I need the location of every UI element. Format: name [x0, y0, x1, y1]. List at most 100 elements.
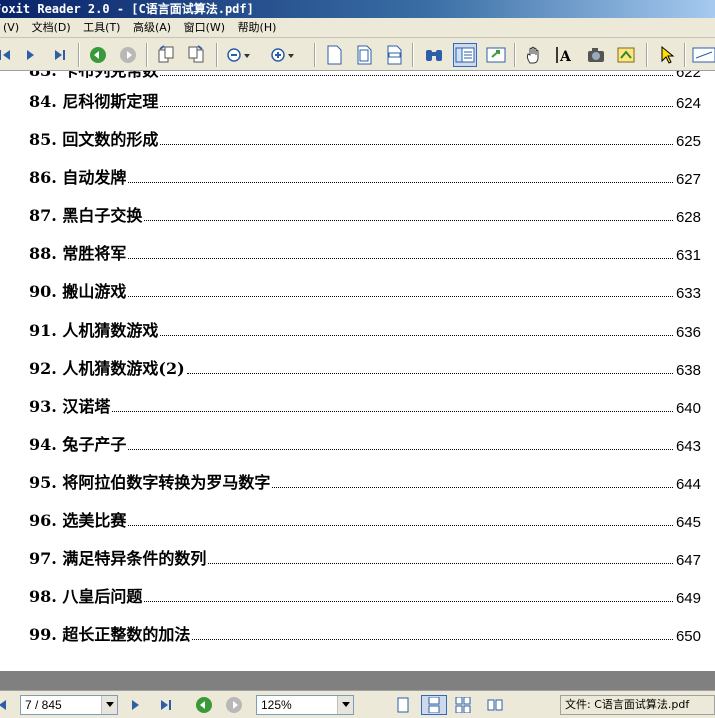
toc-leader	[112, 411, 673, 412]
menu-tools[interactable]: 工具(T)	[80, 18, 126, 37]
first-page-icon[interactable]	[0, 43, 16, 67]
annotation-icon[interactable]	[692, 43, 715, 67]
file-name-label: 文件: C语言面试算法.pdf	[560, 695, 715, 715]
toc-leader	[128, 525, 673, 526]
last-page-icon[interactable]	[155, 695, 177, 715]
toc-leader	[144, 220, 673, 221]
toolbar: A	[0, 38, 715, 71]
page-number-value: 7 / 845	[25, 698, 62, 712]
rotate-right-icon[interactable]	[184, 43, 208, 67]
toc-entry[interactable]: 96. 选美比赛 645	[29, 509, 701, 531]
title-bar: Foxit Reader 2.0 - [C语言面试算法.pdf]	[0, 0, 715, 18]
toc-title: 91. 人机猜数游戏	[29, 321, 159, 340]
toc-title: 85. 回文数的形成	[29, 130, 159, 149]
file-name-text: 文件: C语言面试算法.pdf	[565, 698, 690, 711]
toc-entry[interactable]: 91. 人机猜数游戏 636	[29, 319, 701, 341]
toc-title: 83. 卡布列克常数	[29, 71, 158, 81]
back-icon[interactable]	[193, 695, 215, 715]
toc-title: 97. 满足特异条件的数列	[29, 549, 207, 568]
toc-title: 93. 汉诺塔	[29, 397, 111, 416]
toc-entry[interactable]: 95. 将阿拉伯数字转换为罗马数字 644	[29, 471, 701, 493]
hand-tool-icon[interactable]	[522, 43, 546, 67]
facing-page-icon[interactable]	[452, 695, 474, 715]
toc-entry[interactable]: 93. 汉诺塔 640	[29, 395, 701, 417]
find-icon[interactable]	[422, 43, 446, 67]
pdf-page: 83. 卡布列克常数 622 84. 尼科彻斯定理 624 85. 回文数的形成…	[0, 71, 715, 671]
toc-entry[interactable]: 94. 兔子产子 643	[29, 433, 701, 455]
toc-page: 633	[675, 285, 701, 302]
toc-entry[interactable]: 98. 八皇后问题 649	[29, 585, 701, 607]
forward-icon[interactable]	[116, 43, 140, 67]
menu-bar: (V) 文档(D) 工具(T) 高级(A) 窗口(W) 帮助(H)	[0, 18, 715, 38]
menu-view[interactable]: (V)	[0, 18, 25, 37]
toc-entry[interactable]: 86. 自动发牌 627	[29, 166, 701, 188]
toc-entry[interactable]: 90. 搬山游戏 633	[29, 280, 701, 302]
toc-entry[interactable]: 85. 回文数的形成 625	[29, 128, 701, 150]
toc-title: 98. 八皇后问题	[29, 587, 143, 606]
back-icon[interactable]	[86, 43, 110, 67]
toc-title: 96. 选美比赛	[29, 511, 127, 530]
fit-width-icon[interactable]	[382, 43, 406, 67]
toc-page: 640	[675, 400, 701, 417]
continuous-facing-icon[interactable]	[484, 695, 506, 715]
fullscreen-icon[interactable]	[484, 43, 508, 67]
text-select-icon[interactable]: A	[552, 43, 576, 67]
toc-page: 650	[675, 628, 701, 645]
toc-leader	[160, 75, 673, 76]
app-window: Foxit Reader 2.0 - [C语言面试算法.pdf] (V) 文档(…	[0, 0, 715, 718]
zoom-value: 125%	[261, 698, 292, 712]
continuous-page-icon[interactable]	[421, 695, 447, 715]
zoom-in-icon[interactable]	[270, 43, 294, 67]
toc-entry[interactable]: 97. 满足特异条件的数列 647	[29, 547, 701, 569]
toc-leader	[192, 639, 673, 640]
typewriter-icon[interactable]	[614, 43, 638, 67]
toc-title: 88. 常胜将军	[29, 244, 127, 263]
toc-page: 627	[675, 171, 701, 188]
single-page-icon[interactable]	[393, 695, 413, 715]
chevron-down-icon[interactable]	[337, 696, 353, 714]
toc-entry-partial[interactable]: 83. 卡布列克常数 622	[29, 71, 701, 81]
toc-page: 643	[675, 438, 701, 455]
toc-page: 644	[675, 476, 701, 493]
toc-page: 645	[675, 514, 701, 531]
toc-page: 647	[675, 552, 701, 569]
toc-entry[interactable]: 99. 超长正整数的加法 650	[29, 623, 701, 645]
toc-leader	[128, 449, 673, 450]
forward-icon[interactable]	[223, 695, 245, 715]
toc-title: 95. 将阿拉伯数字转换为罗马数字	[29, 473, 271, 492]
page-gap	[0, 671, 715, 690]
zoom-out-icon[interactable]	[226, 43, 250, 67]
toc-page: 636	[675, 324, 701, 341]
snapshot-icon[interactable]	[584, 43, 608, 67]
toc-leader	[128, 258, 673, 259]
zoom-field[interactable]: 125%	[256, 695, 354, 715]
toc-title: 99. 超长正整数的加法	[29, 625, 191, 644]
chevron-down-icon[interactable]	[101, 696, 117, 714]
menu-help[interactable]: 帮助(H)	[235, 18, 283, 37]
toc-leader	[272, 487, 673, 488]
last-page-icon[interactable]	[48, 43, 72, 67]
toc-title: 92. 人机猜数游戏(2)	[29, 359, 185, 378]
actual-size-icon[interactable]	[322, 43, 346, 67]
toc-leader	[144, 601, 673, 602]
svg-text:A: A	[559, 49, 572, 65]
menu-window[interactable]: 窗口(W)	[181, 18, 231, 37]
fit-page-icon[interactable]	[352, 43, 376, 67]
toc-leader	[208, 563, 673, 564]
toc-entry[interactable]: 92. 人机猜数游戏(2) 638	[29, 357, 701, 379]
toc-page: 625	[675, 133, 701, 150]
prev-page-icon[interactable]	[0, 695, 10, 715]
document-view[interactable]: 83. 卡布列克常数 622 84. 尼科彻斯定理 624 85. 回文数的形成…	[0, 71, 715, 671]
menu-advanced[interactable]: 高级(A)	[130, 18, 177, 37]
page-number-field[interactable]: 7 / 845	[20, 695, 118, 715]
rotate-left-icon[interactable]	[154, 43, 178, 67]
bookmarks-panel-icon[interactable]	[453, 43, 477, 67]
menu-document[interactable]: 文档(D)	[29, 18, 77, 37]
toc-entry[interactable]: 87. 黑白子交换 628	[29, 204, 701, 226]
toc-title: 84. 尼科彻斯定理	[29, 92, 159, 111]
next-page-icon[interactable]	[126, 695, 144, 715]
select-tool-icon[interactable]	[655, 43, 679, 67]
toc-entry[interactable]: 84. 尼科彻斯定理 624	[29, 90, 701, 112]
toc-entry[interactable]: 88. 常胜将军 631	[29, 242, 701, 264]
next-page-icon[interactable]	[18, 43, 42, 67]
